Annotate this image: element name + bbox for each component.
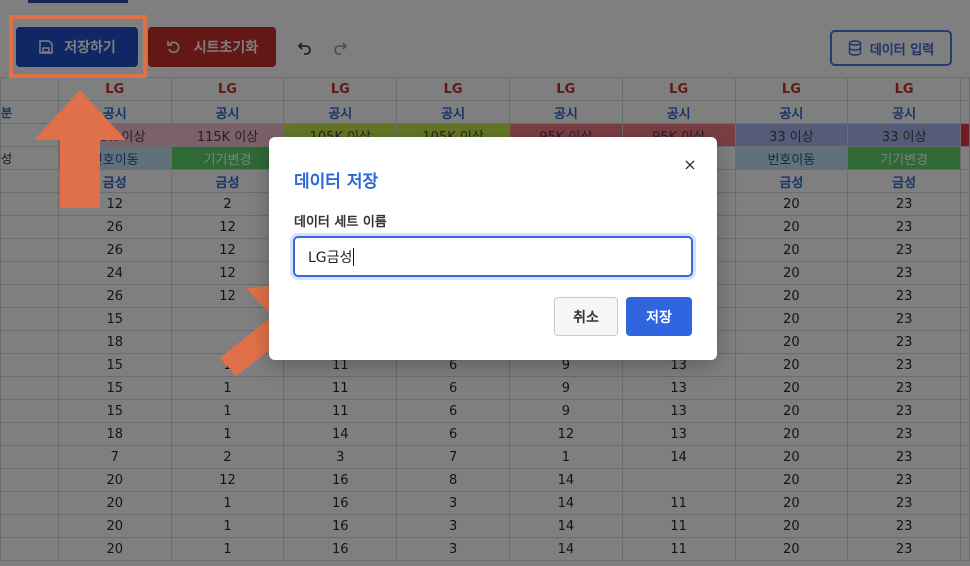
cancel-button[interactable]: 취소	[554, 297, 618, 336]
confirm-save-button[interactable]: 저장	[626, 297, 692, 336]
dataset-name-label: 데이터 세트 이름	[294, 215, 387, 230]
text-caret	[353, 247, 355, 266]
dataset-name-input[interactable]: LG금성	[293, 236, 693, 277]
arrow-up-icon	[34, 90, 126, 208]
close-icon[interactable]: ×	[679, 153, 701, 175]
save-dialog: 데이터 저장 × 데이터 세트 이름 LG금성 취소 저장	[269, 137, 717, 360]
dialog-title: 데이터 저장	[294, 172, 379, 192]
highlight-box	[9, 15, 147, 78]
dataset-name-value: LG금성	[308, 249, 353, 266]
